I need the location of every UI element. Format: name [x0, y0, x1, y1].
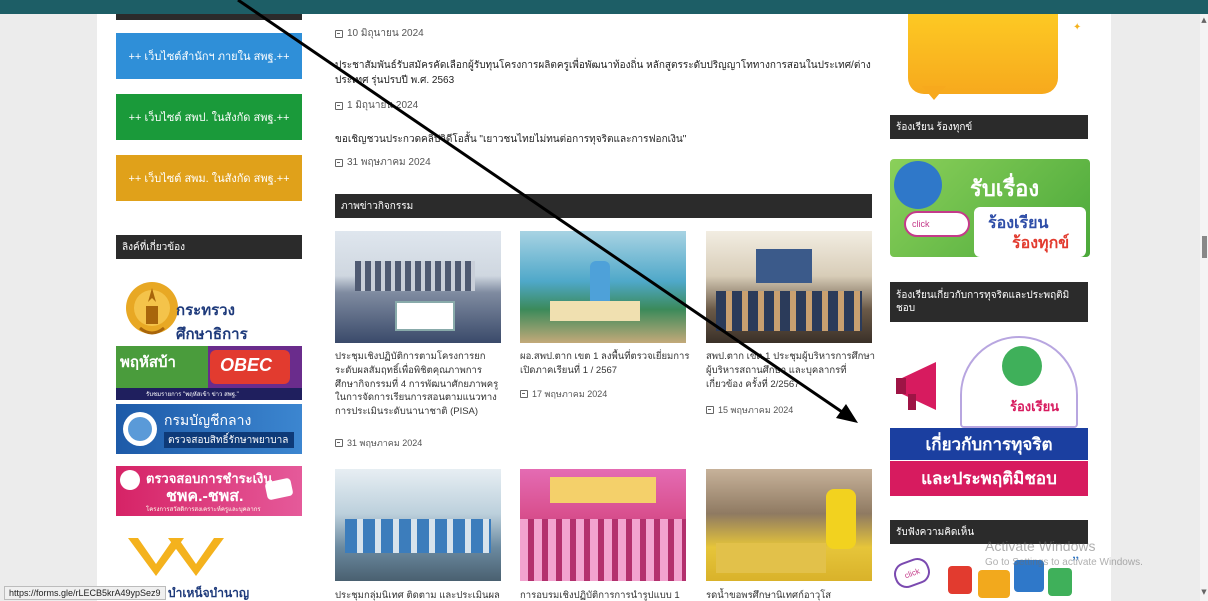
- cgd-sub: ตรวจสอบสิทธิ์รักษาพยาบาล: [164, 432, 294, 448]
- calendar-icon: [335, 29, 343, 38]
- payment-small: โครงการสวัสดิการสงเคราะห์ครูและบุคลากร: [146, 507, 261, 513]
- calendar-icon: [706, 406, 714, 414]
- scroll-down-arrow-icon[interactable]: ▼: [1200, 588, 1208, 596]
- gallery-image-3[interactable]: [335, 469, 501, 581]
- activate-windows-watermark: Activate Windows Go to Settings to activ…: [985, 538, 1143, 568]
- gallery-heading: ภาพข่าวกิจกรรม: [335, 194, 872, 218]
- moe-logo-link[interactable]: กระทรวงศึกษาธิการ: [116, 276, 302, 342]
- speech-bubble-icon: [948, 566, 972, 594]
- corruption-banner[interactable]: ร้องเรียน เกี่ยวกับการทุจริต และประพฤติม…: [890, 336, 1088, 496]
- scroll-up-arrow-icon[interactable]: ▲: [1200, 16, 1208, 24]
- megaphone-icon: [896, 362, 936, 410]
- links-heading: ลิงค์ที่เกี่ยวข้อง: [116, 235, 302, 259]
- chat-bubble-icon: [894, 161, 942, 209]
- obec-logo-text: OBEC: [220, 355, 273, 375]
- activate-title: Activate Windows: [985, 538, 1096, 554]
- browser-top-bar: [0, 0, 1208, 14]
- cgd-emblem-icon: [123, 412, 157, 446]
- click-pointer-icon: click: [904, 211, 970, 237]
- web-page: ++ เว็บไซต์สำนักฯ ภายใน สพฐ.++ ++ เว็บไซ…: [97, 14, 1111, 601]
- gallery-caption-5[interactable]: รดน้ำขอพรศึกษานิเทศก์อาวุโส: [706, 589, 876, 601]
- moe-logo-text: กระทรวงศึกษาธิการ: [176, 302, 248, 342]
- complaint-top-text: รับเรื่อง: [970, 176, 1040, 201]
- complaint-banner[interactable]: รับเรื่อง click ร้องเรียน ร้องทุกข์: [890, 157, 1090, 259]
- left-top-bar: [116, 14, 302, 20]
- activate-sub: Go to Settings to activate Windows.: [985, 557, 1143, 568]
- speech-bubble-icon: [978, 570, 1010, 598]
- obec-channel-banner[interactable]: พฤหัสบ้า OBEC รับชมรายการ "พฤหัสเข้า ข่า…: [116, 346, 302, 400]
- gallery-date-0: 31 พฤษภาคม 2024: [335, 436, 422, 450]
- news-date-1: 1 มิถุนายน 2024: [335, 98, 418, 113]
- link-button-office-sites[interactable]: ++ เว็บไซต์สำนักฯ ภายใน สพฐ.++: [116, 33, 302, 79]
- payment-check-banner[interactable]: ตรวจสอบการชำระเงิน ชพค.-ชพส. โครงการสวัส…: [116, 466, 302, 516]
- gallery-caption-4[interactable]: การอบรมเชิงปฏิบัติการการนำรูปแบบ 1: [520, 589, 690, 601]
- corruption-line1: เกี่ยวกับการทุจริต: [890, 428, 1088, 460]
- gallery-caption-2[interactable]: สพป.ตาก เขต 1 ประชุมผู้บริหารการศึกษาผู้…: [706, 350, 876, 391]
- status-url-tooltip: https://forms.gle/rLECB5krA49ypSez9: [4, 586, 166, 600]
- card-icon: [264, 477, 294, 501]
- complaint-line2: ร้องทุกข์: [1012, 235, 1070, 252]
- corruption-badge: ร้องเรียน: [1010, 399, 1060, 414]
- gallery-image-0[interactable]: [335, 231, 501, 343]
- corruption-line2: และประพฤติมิชอบ: [890, 461, 1088, 496]
- link-button-spp-sites[interactable]: ++ เว็บไซต์ สพป. ในสังกัด สพฐ.++: [116, 94, 302, 140]
- gallery-image-5[interactable]: [706, 469, 872, 581]
- calendar-icon: [335, 101, 343, 110]
- calendar-icon: [335, 439, 343, 447]
- scrollbar-thumb[interactable]: [1202, 236, 1207, 258]
- gallery-caption-0[interactable]: ประชุมเชิงปฏิบัติการตามโครงการยกระดับผลส…: [335, 350, 505, 419]
- page-scrollbar[interactable]: [1200, 14, 1208, 601]
- cgd-title: กรมบัญชีกลาง: [164, 412, 252, 428]
- speech-bubble-icon: [1048, 568, 1072, 596]
- news-date-0: 10 มิถุนายน 2024: [335, 26, 424, 41]
- news-title-2[interactable]: ขอเชิญชวนประกวดคลิปวิดีโอสั้น "เยาวชนไทย…: [335, 133, 875, 148]
- calendar-icon: [335, 158, 343, 167]
- cgd-banner[interactable]: กรมบัญชีกลาง ตรวจสอบสิทธิ์รักษาพยาบาล: [116, 404, 302, 454]
- pension-text: บำเหน็จบำนาญข้าราชการ: [168, 586, 250, 600]
- right-top-banner[interactable]: ✦: [890, 14, 1100, 106]
- gallery-image-4[interactable]: [520, 469, 686, 581]
- link-button-spm-sites[interactable]: ++ เว็บไซต์ สพม. ในสังกัด สพฐ.++: [116, 155, 302, 201]
- gallery-image-1[interactable]: [520, 231, 686, 343]
- gallery-caption-1[interactable]: ผอ.สพป.ตาก เขต 1 ลงพื้นที่ตรวจเยี่ยมการเ…: [520, 350, 690, 378]
- gallery-caption-3[interactable]: ประชุมกลุ่มนิเทศ ติดตาม และประเมินผล: [335, 589, 505, 601]
- corruption-heading: ร้องเรียนเกี่ยวกับการทุจริตและประพฤติมิช…: [890, 282, 1088, 322]
- obec-banner-sub: รับชมรายการ "พฤหัสเข้า ข่าว สพฐ.": [116, 388, 302, 400]
- click-pointer-icon: click: [890, 554, 934, 592]
- obec-left-text: พฤหัสบ้า: [120, 354, 176, 371]
- news-date-2: 31 พฤษภาคม 2024: [335, 155, 431, 170]
- edit-note-icon: [1002, 346, 1042, 386]
- complaint-heading: ร้องเรียน ร้องทุกข์: [890, 115, 1088, 139]
- gallery-date-2: 15 พฤษภาคม 2024: [706, 403, 793, 417]
- calendar-icon: [520, 390, 528, 398]
- gallery-image-2[interactable]: [706, 231, 872, 343]
- news-title-1[interactable]: ประชาสัมพันธ์รับสมัครคัดเลือกผู้รับทุนโค…: [335, 59, 875, 88]
- gallery-date-1: 17 พฤษภาคม 2024: [520, 387, 607, 401]
- sparkle-icon: ✦: [1073, 22, 1082, 33]
